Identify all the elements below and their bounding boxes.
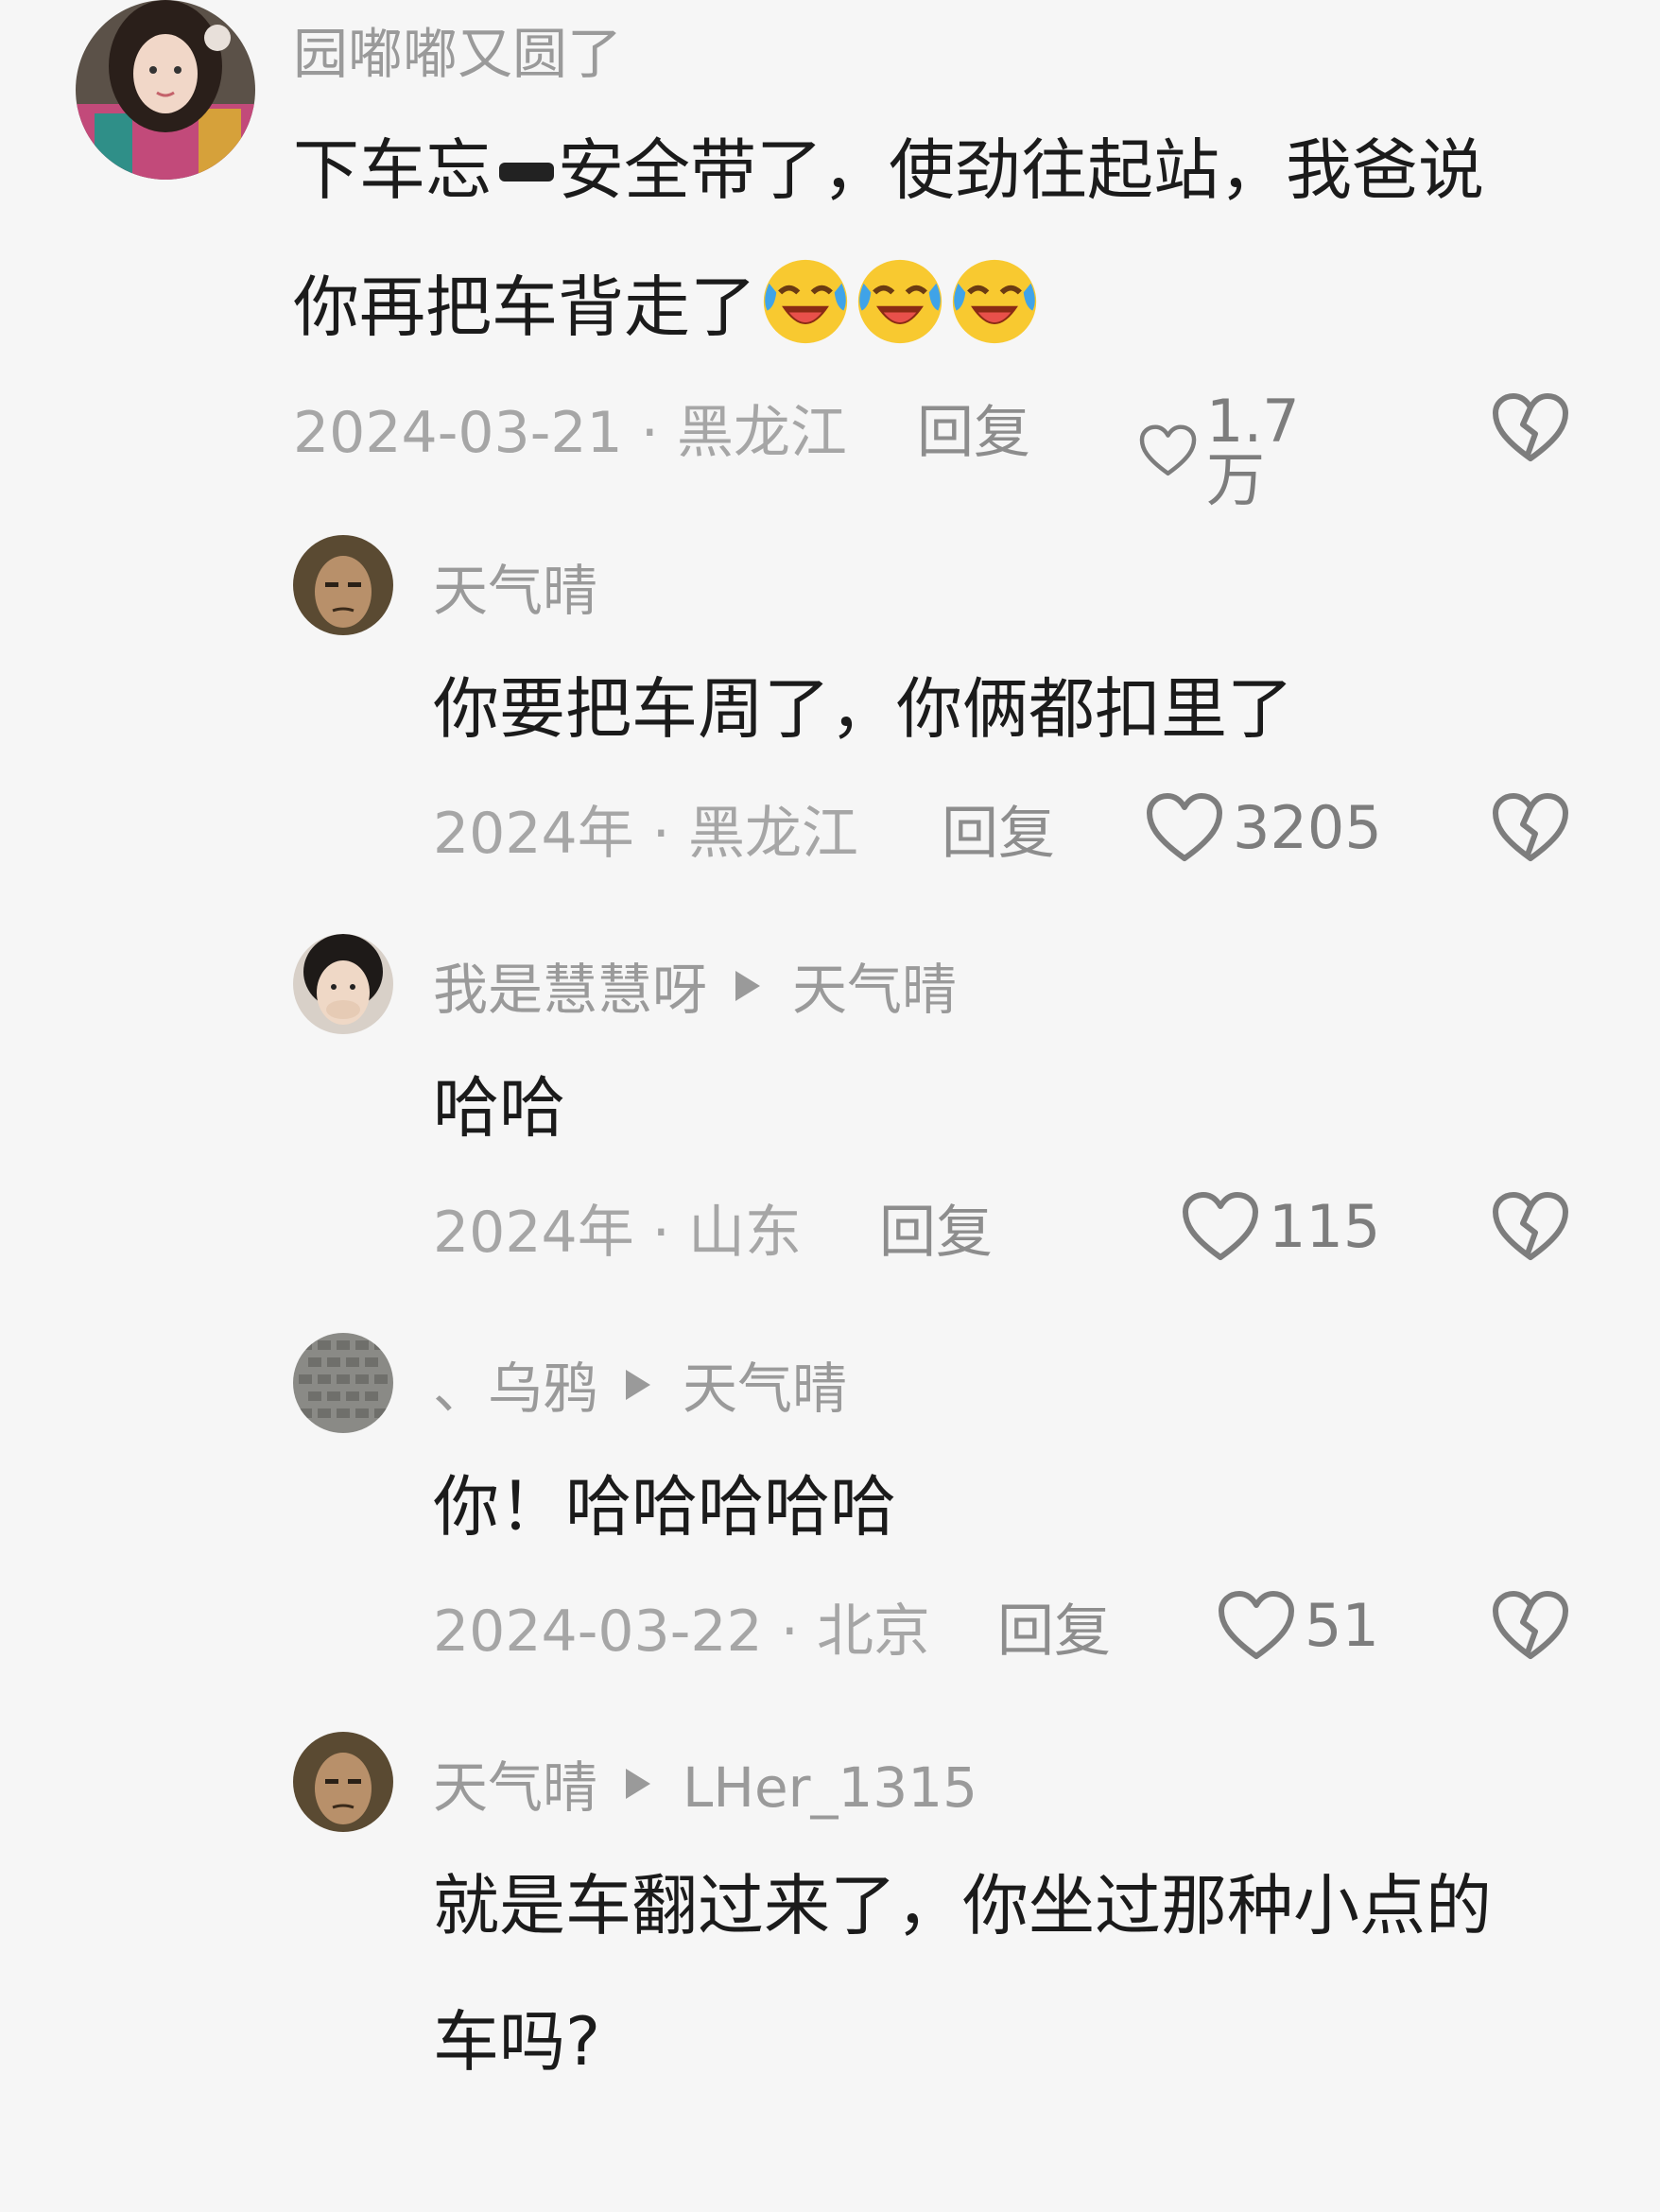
meta-separator: · — [780, 1599, 799, 1665]
comment-location: 黑龙江 — [676, 400, 847, 466]
author-name: 我是慧慧呀 天气晴 — [433, 962, 957, 1017]
laughing-crying-emoji — [760, 256, 851, 347]
reply-to-name[interactable]: 天气晴 — [683, 1357, 847, 1421]
comment-date: 2024年 — [433, 801, 634, 867]
author-name: 天气晴 LHer_1315 — [433, 1760, 977, 1815]
meta-separator: · — [651, 801, 670, 867]
like-count: 115 — [1269, 1192, 1381, 1261]
heart-icon — [1219, 1591, 1294, 1659]
author-name-text[interactable]: 、乌鸦 — [433, 1357, 597, 1421]
like-button[interactable]: 115 — [1182, 1191, 1380, 1263]
meta-separator: · — [640, 400, 659, 466]
comment-location: 北京 — [816, 1599, 930, 1665]
meta-separator: · — [651, 1200, 670, 1266]
comment-text-line2: 你再把车背走了 — [293, 241, 1040, 373]
reply-button[interactable]: 回复 — [917, 405, 1030, 461]
dislike-button[interactable] — [1492, 1191, 1569, 1263]
dislike-button[interactable] — [1492, 392, 1569, 464]
comment-text-line2: 车吗? — [433, 2003, 601, 2081]
comment-text: 你要把车周了，你俩都扣里了 — [433, 670, 1293, 748]
dislike-button[interactable] — [1492, 792, 1569, 864]
reply-button[interactable]: 回复 — [997, 1603, 1111, 1660]
author-name-text[interactable]: 天气晴 — [433, 1755, 597, 1820]
like-button[interactable]: 1.7万 — [1139, 392, 1320, 510]
comment-location: 黑龙江 — [687, 801, 858, 867]
like-count: 1.7万 — [1206, 387, 1300, 514]
like-count: 51 — [1305, 1591, 1379, 1660]
comment-text: 就是车翻过来了，你坐过那种小点的 — [433, 1867, 1492, 1944]
like-button[interactable]: 3205 — [1146, 792, 1382, 864]
author-name[interactable]: 天气晴 — [433, 563, 597, 618]
avatar[interactable] — [293, 934, 393, 1034]
avatar[interactable] — [293, 1732, 393, 1832]
comment-meta: 2024年 · 山东 — [433, 1204, 802, 1261]
broken-heart-icon — [1493, 1591, 1568, 1659]
comment-text-part: 安全带了，使劲往起站，我爸说 — [558, 131, 1484, 209]
avatar[interactable] — [293, 535, 393, 635]
reply-to-name[interactable]: LHer_1315 — [683, 1755, 977, 1820]
reply-arrow-icon — [626, 1370, 651, 1400]
comment-text: 下车忘 安全带了，使劲往起站，我爸说 — [293, 104, 1484, 236]
comment-text-part: 下车忘 — [293, 131, 492, 209]
reply-arrow-icon — [735, 971, 761, 1001]
reply-button[interactable]: 回复 — [942, 805, 1055, 862]
redacted-mark — [492, 142, 558, 199]
comment-text: 哈哈 — [433, 1069, 565, 1147]
reply-arrow-icon — [626, 1769, 651, 1799]
comment-date: 2024-03-21 — [293, 400, 623, 466]
dislike-button[interactable] — [1492, 1590, 1569, 1662]
comment-date: 2024-03-22 — [433, 1599, 763, 1665]
heart-icon — [1183, 1192, 1258, 1260]
laughing-crying-emoji — [855, 256, 945, 347]
reply-to-name[interactable]: 天气晴 — [792, 958, 957, 1022]
broken-heart-icon — [1493, 793, 1568, 861]
comment-location: 山东 — [687, 1200, 802, 1266]
heart-icon — [1147, 793, 1222, 861]
comment-meta: 2024-03-21 · 黑龙江 — [293, 405, 847, 461]
comment-meta: 2024-03-22 · 北京 — [433, 1603, 930, 1660]
broken-heart-icon — [1493, 1192, 1568, 1260]
reply-button[interactable]: 回复 — [879, 1204, 993, 1261]
avatar[interactable] — [76, 0, 255, 180]
comment-date: 2024年 — [433, 1200, 634, 1266]
comment-meta: 2024年 · 黑龙江 — [433, 805, 858, 862]
laughing-crying-emoji — [949, 256, 1040, 347]
comment-text: 你！哈哈哈哈哈 — [433, 1468, 896, 1546]
author-name: 、乌鸦 天气晴 — [433, 1361, 847, 1416]
broken-heart-icon — [1493, 393, 1568, 461]
like-button[interactable]: 51 — [1218, 1590, 1379, 1662]
author-name[interactable]: 园嘟嘟又圆了 — [293, 26, 622, 81]
avatar[interactable] — [293, 1333, 393, 1433]
like-count: 3205 — [1233, 793, 1382, 862]
comment-text-part: 你再把车背走了 — [293, 268, 756, 346]
heart-icon — [1139, 424, 1197, 476]
author-name-text[interactable]: 我是慧慧呀 — [433, 958, 707, 1022]
